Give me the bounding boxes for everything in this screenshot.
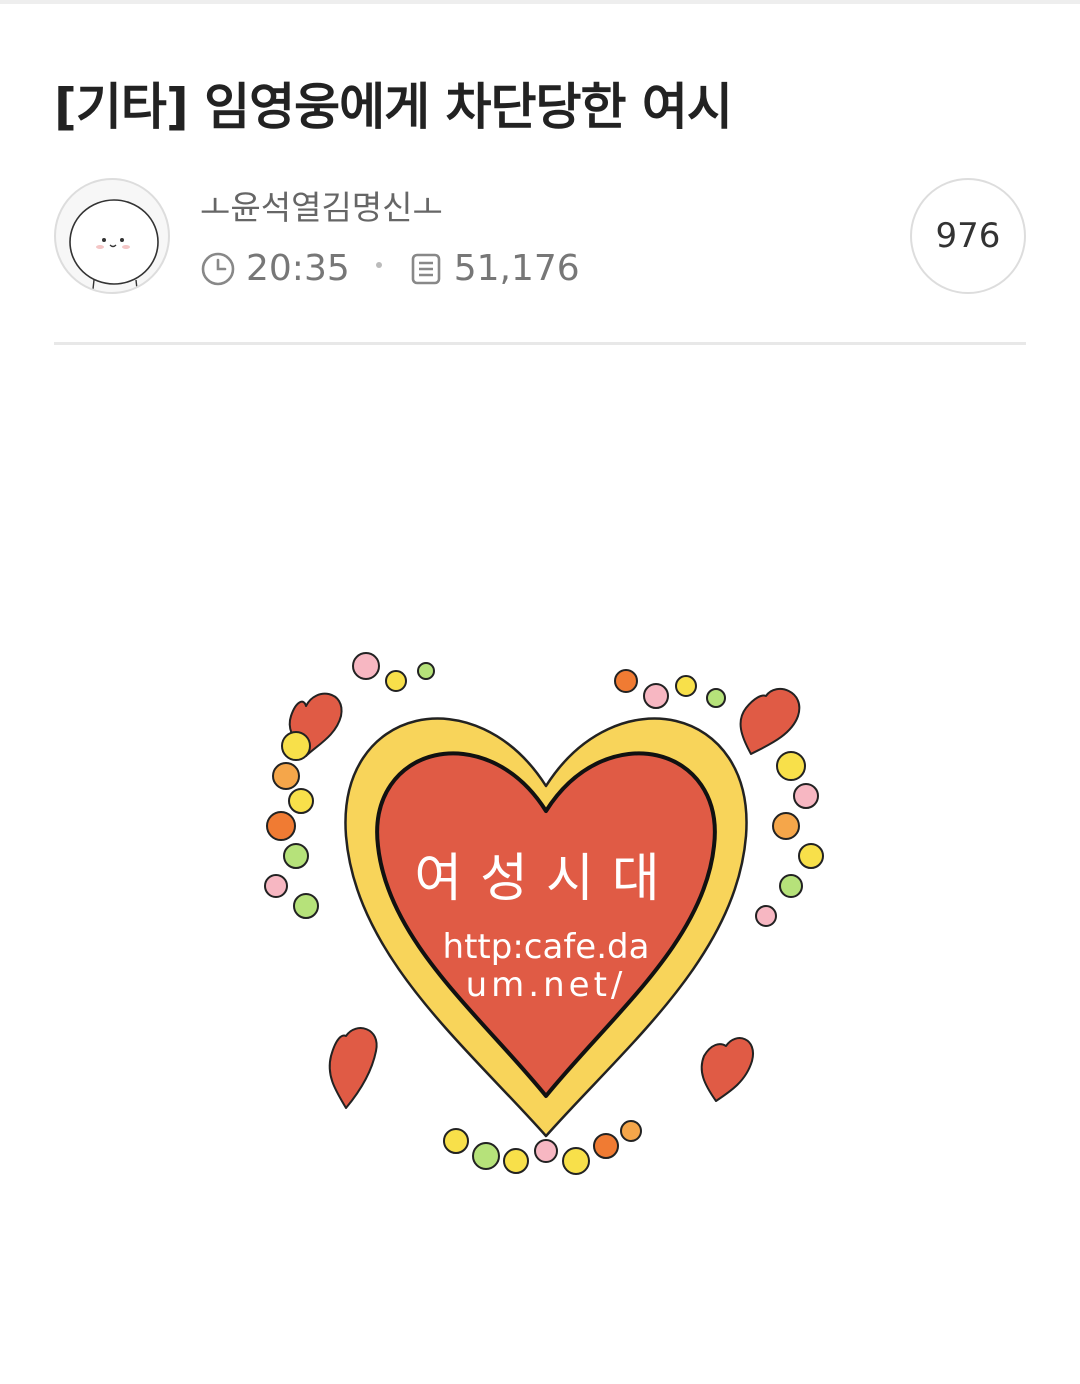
document-icon [411, 253, 441, 285]
post-meta: 20:35 51,176 [200, 246, 580, 292]
cat-face-avatar-icon [69, 199, 159, 292]
heart-logo-image: 여성시대 http:cafe.da um.net/ [264, 652, 824, 1175]
clock-icon [201, 252, 235, 286]
view-count: 51,176 [453, 248, 580, 289]
author-avatar[interactable] [54, 178, 170, 294]
author-row: ㅗ윤석열김명신ㅗ 20:35 51,176 976 [54, 178, 1026, 296]
post-title: [기타] 임영웅에게 차단당한 여시 [54, 78, 733, 136]
heart-title-text: 여성시대 [414, 849, 677, 909]
heart-url-line-1: http:cafe.da [443, 927, 650, 967]
author-name[interactable]: ㅗ윤석열김명신ㅗ [200, 186, 443, 230]
post-image[interactable]: 여성시대 http:cafe.da um.net/ [246, 636, 846, 1226]
meta-separator [375, 262, 382, 268]
post-time: 20:35 [246, 248, 350, 289]
top-border [0, 0, 1080, 4]
comment-count-button[interactable]: 976 [910, 178, 1026, 294]
header-divider [54, 342, 1026, 345]
heart-url-line-2: um.net/ [466, 965, 627, 1005]
